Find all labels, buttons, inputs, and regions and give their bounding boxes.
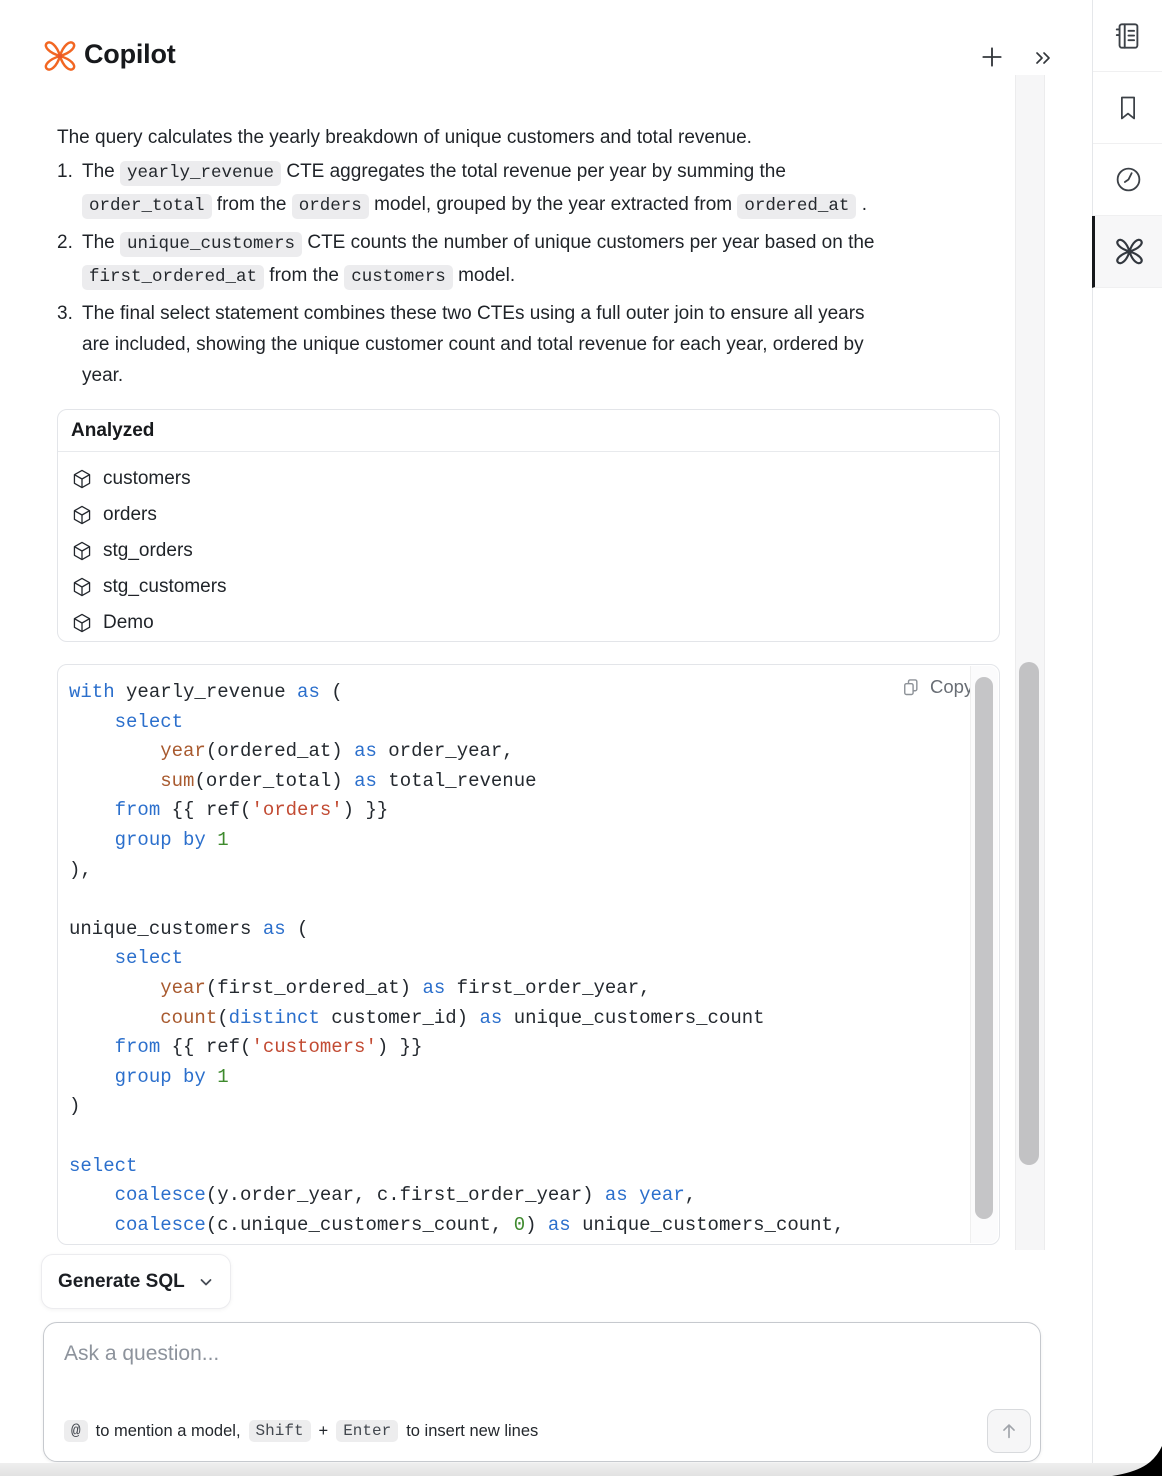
window-bottom-edge: [0, 1463, 1162, 1476]
new-chat-button[interactable]: [977, 42, 1007, 72]
model-name: customers: [103, 468, 191, 490]
code-scrollbar-thumb[interactable]: [975, 677, 993, 1219]
code-line: with yearly_revenue as (: [69, 678, 999, 708]
analyzed-model-row[interactable]: customers: [71, 461, 999, 497]
hint-text: to mention a model,: [96, 1422, 241, 1441]
sql-code: with yearly_revenue as ( select year(ord…: [58, 665, 999, 1245]
code-line: coalesce(y.order_year, c.first_order_yea…: [69, 1181, 999, 1211]
code-line: select: [69, 944, 999, 974]
model-cube-icon: [71, 468, 93, 490]
step-item: 1.The yearly_revenue CTE aggregates the …: [57, 156, 977, 222]
step-item: 2.The unique_customers CTE counts the nu…: [57, 227, 977, 293]
code-scrollbar[interactable]: [970, 666, 998, 1243]
inline-code-chip: yearly_revenue: [120, 161, 281, 186]
question-input[interactable]: Ask a question... @ to mention a model, Sh…: [43, 1322, 1041, 1462]
model-cube-icon: [71, 540, 93, 562]
hint-text: to insert new lines: [406, 1422, 538, 1441]
notebook-outline-icon: [1113, 21, 1143, 51]
keyboard-key-chip: @: [64, 1420, 88, 1442]
sidebar-item-notebook[interactable]: [1093, 0, 1162, 72]
code-line: coalesce(y.total_revenue, 0) as total_re…: [69, 1240, 999, 1245]
analyzed-panel: Analyzed customers orders stg_orders stg_cu…: [57, 409, 1000, 642]
code-line: count(distinct customer_id) as unique_cu…: [69, 1004, 999, 1034]
sidebar-item-history[interactable]: [1093, 144, 1162, 216]
inline-code-chip: orders: [292, 194, 369, 219]
code-line: sum(order_total) as total_revenue: [69, 767, 999, 797]
keyboard-key-chip: Enter: [336, 1420, 398, 1442]
sidebar-item-bookmarks[interactable]: [1093, 72, 1162, 144]
chevron-down-icon: [198, 1274, 214, 1290]
code-line: from {{ ref('customers') }}: [69, 1033, 999, 1063]
code-line: [69, 885, 999, 915]
copilot-panel: Copilot The query calculates the yearly …: [0, 0, 1162, 1476]
copilot-logo-icon: [42, 38, 78, 74]
model-cube-icon: [71, 612, 93, 634]
code-line: [69, 1122, 999, 1152]
code-line: group by 1: [69, 826, 999, 856]
collapse-panel-icon: [1031, 46, 1055, 70]
copy-label: Copy: [930, 676, 973, 698]
code-line: from {{ ref('orders') }}: [69, 796, 999, 826]
code-line: year(ordered_at) as order_year,: [69, 737, 999, 767]
collapse-panel-button[interactable]: [1029, 45, 1057, 71]
summary-text: The query calculates the yearly breakdow…: [57, 123, 1000, 153]
model-name: orders: [103, 504, 157, 526]
right-sidebar: [1092, 0, 1162, 1476]
code-line: select: [69, 1152, 999, 1182]
sidebar-item-copilot[interactable]: [1092, 216, 1162, 288]
composer-hints: @ to mention a model, Shift + Enter to insert…: [64, 1420, 538, 1442]
model-cube-icon: [71, 576, 93, 598]
inline-code-chip: unique_customers: [120, 232, 302, 257]
history-clock-icon: [1114, 165, 1143, 194]
analyzed-model-row[interactable]: stg_customers: [71, 569, 999, 605]
generate-sql-label: Generate SQL: [58, 1271, 185, 1293]
analyzed-model-row[interactable]: stg_orders: [71, 533, 999, 569]
panel-scrollbar-thumb[interactable]: [1019, 662, 1039, 1165]
page-title: Copilot: [84, 39, 176, 70]
bookmark-icon: [1114, 94, 1142, 122]
analyzed-title: Analyzed: [58, 410, 999, 452]
copy-button[interactable]: Copy: [901, 676, 973, 698]
analyzed-model-row[interactable]: Demo: [71, 605, 999, 641]
step-item: 3.The final select statement combines th…: [57, 298, 977, 391]
arrow-up-icon: [998, 1420, 1020, 1442]
inline-code-chip: customers: [344, 265, 453, 290]
code-line: unique_customers as (: [69, 915, 999, 945]
copilot-logo-icon: [1114, 236, 1145, 267]
model-name: stg_customers: [103, 576, 227, 598]
step-number: 2.: [57, 227, 73, 258]
model-name: Demo: [103, 612, 154, 634]
sql-code-block: with yearly_revenue as ( select year(ord…: [57, 664, 1000, 1245]
step-number: 1.: [57, 156, 73, 187]
panel-scrollbar[interactable]: [1015, 75, 1045, 1250]
code-line: group by 1: [69, 1063, 999, 1093]
corner-artifact: [1104, 1446, 1162, 1476]
code-line: year(first_ordered_at) as first_order_ye…: [69, 974, 999, 1004]
code-line: ): [69, 1092, 999, 1122]
inline-code-chip: order_total: [82, 194, 212, 219]
inline-code-chip: ordered_at: [737, 194, 856, 219]
code-line: coalesce(c.unique_customers_count, 0) as…: [69, 1211, 999, 1241]
plus-icon: [979, 44, 1005, 70]
send-button[interactable]: [987, 1409, 1031, 1453]
model-cube-icon: [71, 504, 93, 526]
analyzed-model-row[interactable]: orders: [71, 497, 999, 533]
inline-code-chip: first_ordered_at: [82, 265, 264, 290]
hint-text: +: [319, 1422, 329, 1441]
copy-icon: [901, 677, 921, 697]
code-line: select: [69, 708, 999, 738]
generate-sql-button[interactable]: Generate SQL: [41, 1254, 231, 1309]
steps-list: 1.The yearly_revenue CTE aggregates the …: [57, 156, 977, 396]
keyboard-key-chip: Shift: [249, 1420, 311, 1442]
step-number: 3.: [57, 298, 73, 329]
question-input-placeholder: Ask a question...: [64, 1342, 219, 1366]
model-name: stg_orders: [103, 540, 193, 562]
code-line: ),: [69, 856, 999, 886]
analyzed-model-list: customers orders stg_orders stg_customers De…: [58, 452, 999, 641]
